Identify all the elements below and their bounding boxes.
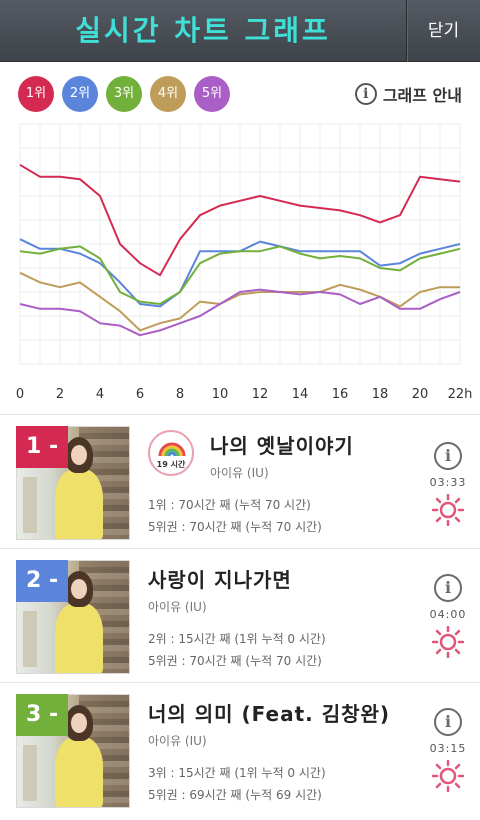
header-bar: 실시간 차트 그래프 닫기 [0,0,480,62]
info-icon: i [354,83,377,105]
rank-stat-line: 2위 : 15시간 째 (1위 누적 0 시간) [148,632,326,646]
artist-name: 아이유 (IU) [148,734,207,748]
rank-stat-line: 3위 : 15시간 째 (1위 누적 0 시간) [148,766,326,780]
sun-icon[interactable] [432,494,464,526]
artist-name: 아이유 (IU) [210,466,269,480]
song-card-3[interactable]: 3 - 너의 의미 (Feat. 김창완) 아이유 (IU) 3위 : 15시간… [0,686,480,820]
sun-icon[interactable] [432,626,464,658]
duration: 03:33 [429,476,467,489]
artist-name: 아이유 (IU) [148,600,207,614]
rank-button-4[interactable]: 4위 [150,76,186,112]
rank-button-1[interactable]: 1위 [18,76,54,112]
rank-stat-line: 1위 : 70시간 째 (누적 70 시간) [148,498,311,512]
info-icon[interactable]: i [434,708,462,736]
song-card-1[interactable]: 1 - 19 시간 나의 옛날이야기 아이유 (IU) 1위 : 70시간 째 … [0,418,480,552]
page-title: 실시간 차트 그래프 [75,14,331,47]
chart-grid [19,123,461,365]
line-chart: 0 2 4 6 8 10 12 14 16 18 20 22h [16,123,473,402]
sun-icon[interactable] [432,760,464,792]
top5-stat-line: 5위권 : 70시간 째 (누적 70 시간) [148,654,322,668]
rank-button-3[interactable]: 3위 [106,76,142,112]
graph-guide-label: 그래프 안내 [382,86,462,105]
divider [0,548,480,549]
duration: 04:00 [429,608,467,621]
rank-button-2[interactable]: 2위 [62,76,98,112]
song-title: 너의 의미 (Feat. 김창완) [148,702,391,726]
hours-badge-text: 19 시간 [156,460,186,469]
info-icon[interactable]: i [434,574,462,602]
rank-badge: 3 - [16,694,68,736]
duration: 03:15 [429,742,467,755]
song-card-2[interactable]: 2 - 사랑이 지나가면 아이유 (IU) 2위 : 15시간 째 (1위 누적… [0,552,480,686]
x-tick-label: 0 [16,387,24,402]
graph-guide-button[interactable]: i 그래프 안내 [354,80,462,108]
x-tick-label: 8 [176,387,184,402]
rank-button-5[interactable]: 5위 [194,76,230,112]
x-tick-label: 4 [96,387,104,402]
close-button[interactable]: 닫기 [406,0,480,62]
x-tick-label: 18 [372,387,389,402]
divider [0,682,480,683]
rank-badge: 1 - [16,426,68,468]
x-tick-label: 22h [448,387,473,402]
x-tick-label: 14 [292,387,309,402]
x-tick-label: 2 [56,387,64,402]
x-tick-label: 6 [136,387,144,402]
x-tick-label: 20 [412,387,429,402]
x-tick-label: 12 [252,387,269,402]
song-title: 사랑이 지나가면 [148,568,292,592]
rainbow-icon: 19 시간 [148,430,194,476]
top5-stat-line: 5위권 : 69시간 째 (누적 69 시간) [148,788,322,802]
rank-badge: 2 - [16,560,68,602]
x-tick-label: 10 [212,387,229,402]
song-title: 나의 옛날이야기 [210,434,354,458]
info-icon[interactable]: i [434,442,462,470]
divider [0,414,480,415]
x-tick-label: 16 [332,387,349,402]
top5-stat-line: 5위권 : 70시간 째 (누적 70 시간) [148,520,322,534]
x-axis-ticks: 0 2 4 6 8 10 12 14 16 18 20 22h [16,387,473,402]
